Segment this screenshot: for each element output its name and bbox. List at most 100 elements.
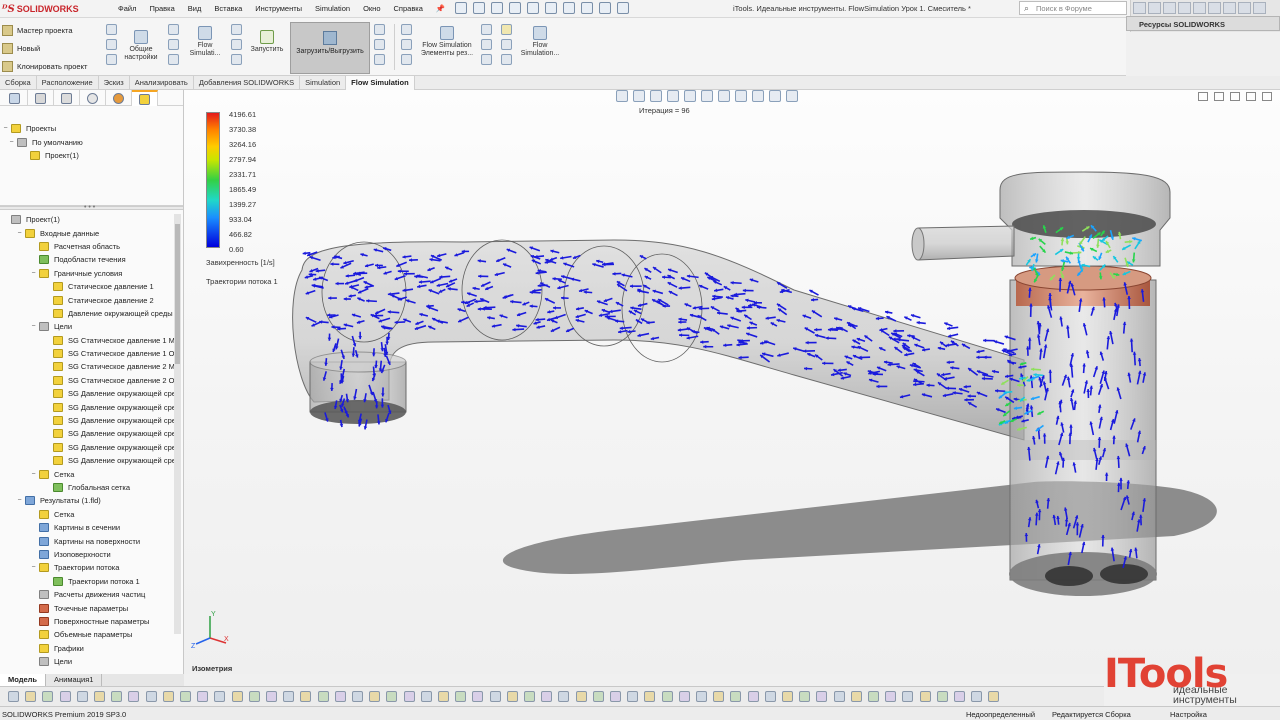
tab-analyze[interactable]: Анализировать xyxy=(130,76,194,90)
bottom-tool-icon[interactable] xyxy=(317,691,329,702)
bottom-tool-icon[interactable] xyxy=(162,691,174,702)
tree-item[interactable]: SG Статическое давление 2 Об xyxy=(0,374,183,387)
run-button[interactable]: Запустить xyxy=(246,30,288,54)
bottom-tool-icon[interactable] xyxy=(713,691,725,702)
tool-icon-7[interactable] xyxy=(231,24,242,35)
hide-show-icon[interactable] xyxy=(735,90,747,102)
bottom-tool-icon[interactable] xyxy=(128,691,140,702)
tree-item[interactable]: SG Статическое давление 1 Ма xyxy=(0,334,183,347)
tab-configuration-manager[interactable] xyxy=(54,90,80,106)
zoom-to-area-icon[interactable] xyxy=(633,90,645,102)
tool-icon-9[interactable] xyxy=(231,54,242,65)
bottom-tool-icon[interactable] xyxy=(764,691,776,702)
open-icon[interactable] xyxy=(491,2,503,14)
bottom-tool-icon[interactable] xyxy=(8,691,19,702)
tool-icon-17[interactable] xyxy=(481,39,492,50)
bottom-tool-icon[interactable] xyxy=(334,691,346,702)
display-style-icon[interactable] xyxy=(718,90,730,102)
menu-file[interactable]: Файл xyxy=(118,4,136,13)
bottom-tool-icon[interactable] xyxy=(919,691,931,702)
tool-icon-12[interactable] xyxy=(374,54,385,65)
tree-item[interactable]: SG Давление окружающей сре xyxy=(0,441,183,454)
dynamic-annotation-icon[interactable] xyxy=(684,90,696,102)
appearances-icon[interactable] xyxy=(1193,2,1206,14)
viewport-close-icon[interactable] xyxy=(1262,92,1272,101)
bottom-tool-icon[interactable] xyxy=(541,691,553,702)
tool-icon-5[interactable] xyxy=(168,39,179,50)
viewport-tile-icon[interactable] xyxy=(1214,92,1224,101)
parts-library-icon[interactable] xyxy=(1148,2,1161,14)
home-icon[interactable] xyxy=(455,2,467,14)
bottom-tool-icon[interactable] xyxy=(231,691,243,702)
tree-item[interactable]: SG Давление окружающей сре xyxy=(0,414,183,427)
tree-item[interactable]: Расчеты движения частиц xyxy=(0,588,183,601)
bottom-tool-icon[interactable] xyxy=(248,691,260,702)
bottom-tool-icon[interactable] xyxy=(971,691,983,702)
collapse-toggle[interactable]: − xyxy=(30,323,37,330)
viewport-minimize-icon[interactable] xyxy=(1230,92,1240,101)
bottom-tool-icon[interactable] xyxy=(76,691,88,702)
bottom-tool-icon[interactable] xyxy=(352,691,363,702)
tree-item[interactable]: Картины на поверхности xyxy=(0,534,183,547)
tree-item[interactable]: Статическое давление 1 xyxy=(0,280,183,293)
search-input[interactable]: ⌕ Поиск в Форуме xyxy=(1019,1,1127,15)
tab-simulation[interactable]: Simulation xyxy=(300,76,347,90)
bottom-tool-icon[interactable] xyxy=(506,691,518,702)
tab-model[interactable]: Модель xyxy=(0,674,47,686)
tool-icon-14[interactable] xyxy=(401,39,412,50)
tab-property-manager[interactable] xyxy=(28,90,54,106)
print-icon[interactable] xyxy=(527,2,539,14)
tool-icon-6[interactable] xyxy=(168,54,179,65)
menu-help[interactable]: Справка xyxy=(394,4,423,13)
bottom-tool-icon[interactable] xyxy=(420,691,432,702)
tab-flow-analysis[interactable] xyxy=(132,90,158,106)
bottom-tool-icon[interactable] xyxy=(266,691,277,702)
bottom-tool-icon[interactable] xyxy=(730,691,742,702)
options-gear-icon[interactable] xyxy=(617,2,629,14)
tree-item[interactable]: Глобальная сетка xyxy=(0,481,183,494)
bottom-tool-icon[interactable] xyxy=(782,691,793,702)
undo-icon[interactable] xyxy=(545,2,557,14)
tree-item[interactable]: − Входные данные xyxy=(0,226,183,239)
tree-item[interactable]: SG Статическое давление 1 Об xyxy=(0,347,183,360)
tree-item[interactable]: Объемные параметры xyxy=(0,628,183,641)
bottom-tool-icon[interactable] xyxy=(954,691,965,702)
new-project-button[interactable]: Новый xyxy=(2,43,40,54)
tool-icon-16[interactable] xyxy=(481,24,492,35)
load-unload-button[interactable]: Загрузить/Выгрузить xyxy=(290,22,370,74)
tab-solidworks-addins[interactable]: Добавления SOLIDWORKS xyxy=(194,76,301,90)
close-icon[interactable] xyxy=(1253,2,1266,14)
tab-animation1[interactable]: Анимация1 xyxy=(46,674,103,686)
apply-scene-icon[interactable] xyxy=(769,90,781,102)
wizard-button[interactable]: Мастер проекта xyxy=(2,25,73,36)
tree-item[interactable]: Подобласти течения xyxy=(0,253,183,266)
tree-item[interactable]: − Результаты (1.fld) xyxy=(0,494,183,507)
bottom-tool-icon[interactable] xyxy=(214,691,226,702)
view-palette-icon[interactable] xyxy=(1178,2,1191,14)
menu-view[interactable]: Вид xyxy=(188,4,202,13)
tool-icon-4[interactable] xyxy=(168,24,179,35)
tree-item[interactable]: − Цели xyxy=(0,320,183,333)
new-document-icon[interactable] xyxy=(473,2,485,14)
bottom-tool-icon[interactable] xyxy=(885,691,897,702)
tree-item[interactable]: Давление окружающей среды xyxy=(0,307,183,320)
scrollbar-thumb[interactable] xyxy=(175,224,180,364)
bottom-tool-icon[interactable] xyxy=(94,691,105,702)
tree-item[interactable]: Графики xyxy=(0,642,183,655)
solidworks-logo[interactable]: ᴰS SOLIDWORKS xyxy=(2,1,102,17)
custom-units[interactable]: Настройка xyxy=(1170,710,1207,719)
tool-icon-15[interactable] xyxy=(401,54,412,65)
result-elements-button[interactable]: Flow Simulation Элементы рез... xyxy=(418,26,476,58)
bottom-tool-icon[interactable] xyxy=(472,691,484,702)
resources-panel-header[interactable]: Ресурсы SOLIDWORKS xyxy=(1126,16,1280,31)
clone-project-button[interactable]: Клонировать проект xyxy=(2,61,87,72)
save-icon[interactable] xyxy=(509,2,521,14)
minimize-icon[interactable] xyxy=(1223,2,1236,14)
custom-properties-icon[interactable] xyxy=(1208,2,1221,14)
flow-simulation-2-button[interactable]: Flow Simulation... xyxy=(518,26,562,58)
menu-edit[interactable]: Правка xyxy=(149,4,174,13)
tab-assembly[interactable]: Сборка xyxy=(0,76,37,90)
projects-default[interactable]: − По умолчанию xyxy=(0,135,183,148)
bottom-tool-icon[interactable] xyxy=(25,691,37,702)
bottom-tool-icon[interactable] xyxy=(833,691,845,702)
